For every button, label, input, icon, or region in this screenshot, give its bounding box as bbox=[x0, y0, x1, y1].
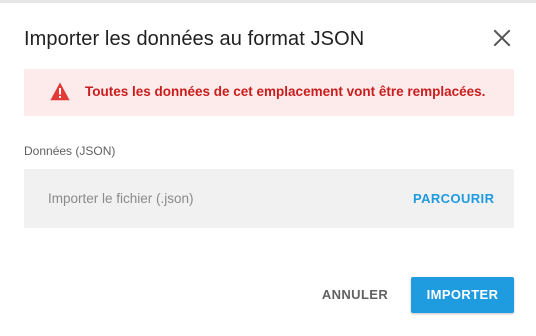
cancel-button[interactable]: ANNULER bbox=[316, 278, 394, 312]
warning-triangle-icon bbox=[50, 82, 70, 101]
alert-message: Toutes les données de cet emplacement vo… bbox=[85, 84, 486, 99]
close-icon bbox=[493, 29, 511, 47]
dialog-title: Importer les données au format JSON bbox=[24, 28, 365, 50]
file-input[interactable]: Importer le fichier (.json) PARCOURIR bbox=[24, 169, 514, 228]
backdrop-edge bbox=[0, 0, 536, 3]
close-button[interactable] bbox=[490, 26, 514, 50]
data-field-label: Données (JSON) bbox=[24, 144, 116, 158]
import-json-dialog: Importer les données au format JSON Tout… bbox=[0, 0, 536, 336]
browse-button[interactable]: PARCOURIR bbox=[413, 191, 494, 206]
warning-alert: Toutes les données de cet emplacement vo… bbox=[24, 69, 514, 116]
file-input-placeholder: Importer le fichier (.json) bbox=[48, 191, 194, 206]
import-button[interactable]: IMPORTER bbox=[411, 277, 514, 313]
